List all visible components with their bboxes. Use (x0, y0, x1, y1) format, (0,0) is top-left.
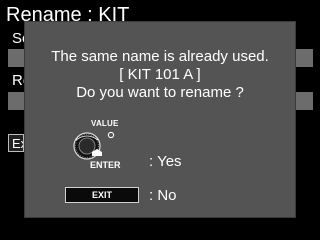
no-option-label: : No (149, 187, 177, 204)
value-knob-control[interactable]: VALUE ENTER (65, 119, 135, 171)
exit-button[interactable]: EXIT (65, 187, 139, 203)
yes-option-label: : Yes (149, 153, 182, 170)
enter-label: ENTER (90, 160, 121, 170)
dialog-message-line-1: The same name is already used. (51, 48, 269, 65)
background-exit-button: Ex (8, 134, 24, 152)
dialog-message-line-3: Do you want to rename ? (76, 84, 244, 101)
dialog-kit-name: [ KIT 101 A ] (119, 66, 201, 83)
rename-confirm-dialog: The same name is already used. [ KIT 101… (25, 22, 295, 217)
